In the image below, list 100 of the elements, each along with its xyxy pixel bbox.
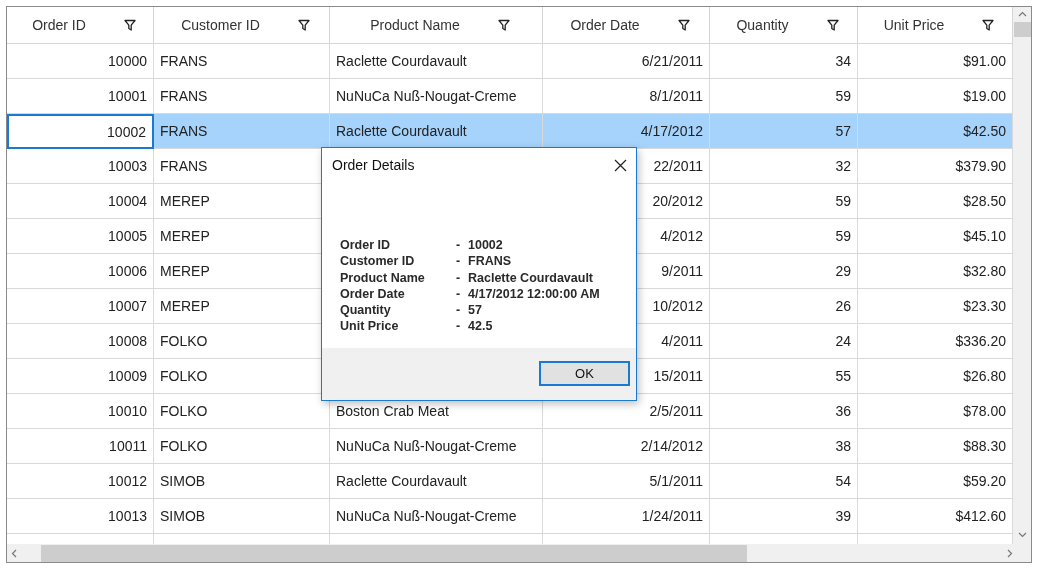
table-cell: FOLKO — [160, 368, 208, 384]
field-value: 10002 — [468, 237, 504, 254]
table-cell: FOLKO — [160, 438, 208, 454]
table-cell: 20/2012 — [652, 193, 703, 209]
table-cell: Raclette Courdavault — [336, 123, 467, 139]
table-cell: 2/5/2011 — [649, 403, 703, 419]
table-cell: 10002 — [107, 123, 146, 140]
table-cell: 10006 — [108, 263, 147, 279]
focus-cell[interactable]: 10006 — [7, 254, 154, 289]
separator-text: - — [456, 302, 462, 319]
table-cell: FOLKO — [160, 333, 208, 349]
table-cell: FRANS — [160, 88, 208, 104]
table-cell: 4/2011 — [661, 333, 703, 349]
column-header[interactable]: Quantity — [710, 7, 858, 44]
focus-cell[interactable]: 10008 — [7, 324, 154, 359]
table-row[interactable]: 10002 FRANS Raclette Courdavault 4/17/2012 57 $42.50 — [7, 114, 1013, 149]
table-cell: $45.10 — [963, 228, 1006, 244]
table-row[interactable]: 10012 SIMOB Raclette Courdavault 5/1/2011 54 $59.20 — [7, 464, 1013, 499]
column-header[interactable]: Order Date — [543, 7, 710, 44]
focus-cell[interactable]: 10010 — [7, 394, 154, 429]
dialog-title: Order Details — [332, 157, 415, 173]
separator-text: - — [456, 318, 462, 335]
table-cell: 22/2011 — [653, 158, 703, 174]
column-header[interactable]: Customer ID — [154, 7, 330, 44]
table-cell: MEREP — [160, 298, 210, 314]
horizontal-scrollbar[interactable] — [7, 544, 1031, 562]
filter-icon[interactable] — [497, 19, 510, 31]
table-cell: 10012 — [108, 473, 147, 489]
table-cell: SIMOB — [160, 508, 206, 524]
table-cell: Raclette Courdavault — [336, 53, 467, 69]
table-cell: NuNuCa Nuß-Nougat-Creme — [336, 508, 517, 524]
table-cell: 8/1/2011 — [649, 88, 703, 104]
column-header[interactable]: Product Name — [330, 7, 543, 44]
table-cell: 54 — [835, 473, 851, 489]
focus-cell[interactable]: 10011 — [7, 429, 154, 464]
separator-text: - — [456, 269, 462, 286]
focus-cell[interactable]: 10000 — [7, 44, 154, 79]
table-cell: 10001 — [108, 88, 147, 104]
separator-text: - — [456, 253, 462, 270]
filter-icon[interactable] — [123, 19, 136, 31]
column-header-label: Product Name — [370, 17, 460, 33]
table-cell: 10000 — [108, 53, 147, 69]
table-cell: 1/24/2011 — [641, 508, 703, 524]
focus-cell[interactable]: 10002 — [7, 114, 154, 149]
field-label: Customer ID — [340, 253, 416, 270]
table-cell: 10004 — [108, 193, 147, 209]
table-row[interactable]: 10013 SIMOB NuNuCa Nuß-Nougat-Creme 1/24/2011 39 $412.60 — [7, 499, 1013, 534]
field-value: 42.5 — [468, 318, 494, 335]
column-header-label: Order ID — [32, 17, 86, 33]
table-cell: $19.00 — [963, 88, 1006, 104]
table-cell: 55 — [835, 368, 851, 384]
filter-icon[interactable] — [677, 19, 690, 31]
table-cell: FOLKO — [160, 403, 208, 419]
filter-icon[interactable] — [826, 19, 839, 31]
table-cell: $28.50 — [963, 193, 1006, 209]
table-cell: $88.30 — [963, 438, 1006, 454]
table-cell: 10008 — [108, 333, 147, 349]
scrollbar-thumb[interactable] — [41, 544, 747, 562]
table-cell: $412.60 — [955, 508, 1006, 524]
table-cell: 10005 — [108, 228, 147, 244]
table-cell: 10013 — [108, 508, 147, 524]
focus-cell[interactable]: 10013 — [7, 499, 154, 534]
table-cell: $23.30 — [963, 298, 1006, 314]
table-cell: $42.50 — [963, 123, 1006, 139]
field-value: FRANS — [468, 253, 513, 270]
table-row[interactable]: 10000 FRANS Raclette Courdavault 6/21/2011 34 $91.00 — [7, 44, 1013, 79]
filter-icon[interactable] — [297, 19, 310, 31]
field-value: 4/17/2012 12:00:00 AM — [468, 285, 601, 303]
filter-icon[interactable] — [982, 19, 995, 31]
focus-cell[interactable]: 10004 — [7, 184, 154, 219]
table-cell: 32 — [835, 158, 851, 174]
column-header-label: Customer ID — [181, 17, 260, 33]
table-cell: 26 — [835, 298, 851, 314]
table-cell: $32.80 — [963, 263, 1006, 279]
table-row[interactable]: 10011 FOLKO NuNuCa Nuß-Nougat-Creme 2/14/2012 38 $88.30 — [7, 429, 1013, 464]
table-cell: 39 — [835, 508, 851, 524]
table-cell: 5/1/2011 — [649, 473, 703, 489]
table-cell: 4/17/2012 — [640, 123, 703, 139]
table-cell: FRANS — [160, 158, 208, 174]
focus-cell[interactable]: 10007 — [7, 289, 154, 324]
close-icon[interactable] — [614, 158, 627, 172]
table-cell: 2/14/2012 — [640, 438, 703, 454]
focus-cell[interactable]: 10003 — [7, 149, 154, 184]
ok-button[interactable]: OK — [539, 360, 630, 386]
separator-text: - — [456, 285, 462, 303]
vertical-scrollbar[interactable] — [1013, 7, 1031, 544]
focus-cell[interactable]: 10009 — [7, 359, 154, 394]
table-cell: $379.90 — [955, 158, 1006, 174]
table-cell: $78.00 — [963, 403, 1006, 419]
column-header-label: Order Date — [570, 17, 640, 33]
column-header-label: Unit Price — [883, 17, 945, 33]
field-label: Order Date — [340, 285, 406, 303]
column-header[interactable]: Order ID — [7, 7, 154, 44]
focus-cell[interactable]: 10005 — [7, 219, 154, 254]
scrollbar-thumb[interactable] — [1013, 22, 1031, 37]
table-cell: $336.20 — [955, 333, 1006, 349]
field-value: 57 — [468, 302, 483, 319]
table-cell: 34 — [835, 53, 851, 69]
table-cell: 10003 — [108, 158, 147, 174]
focus-cell[interactable]: 10012 — [7, 464, 154, 499]
